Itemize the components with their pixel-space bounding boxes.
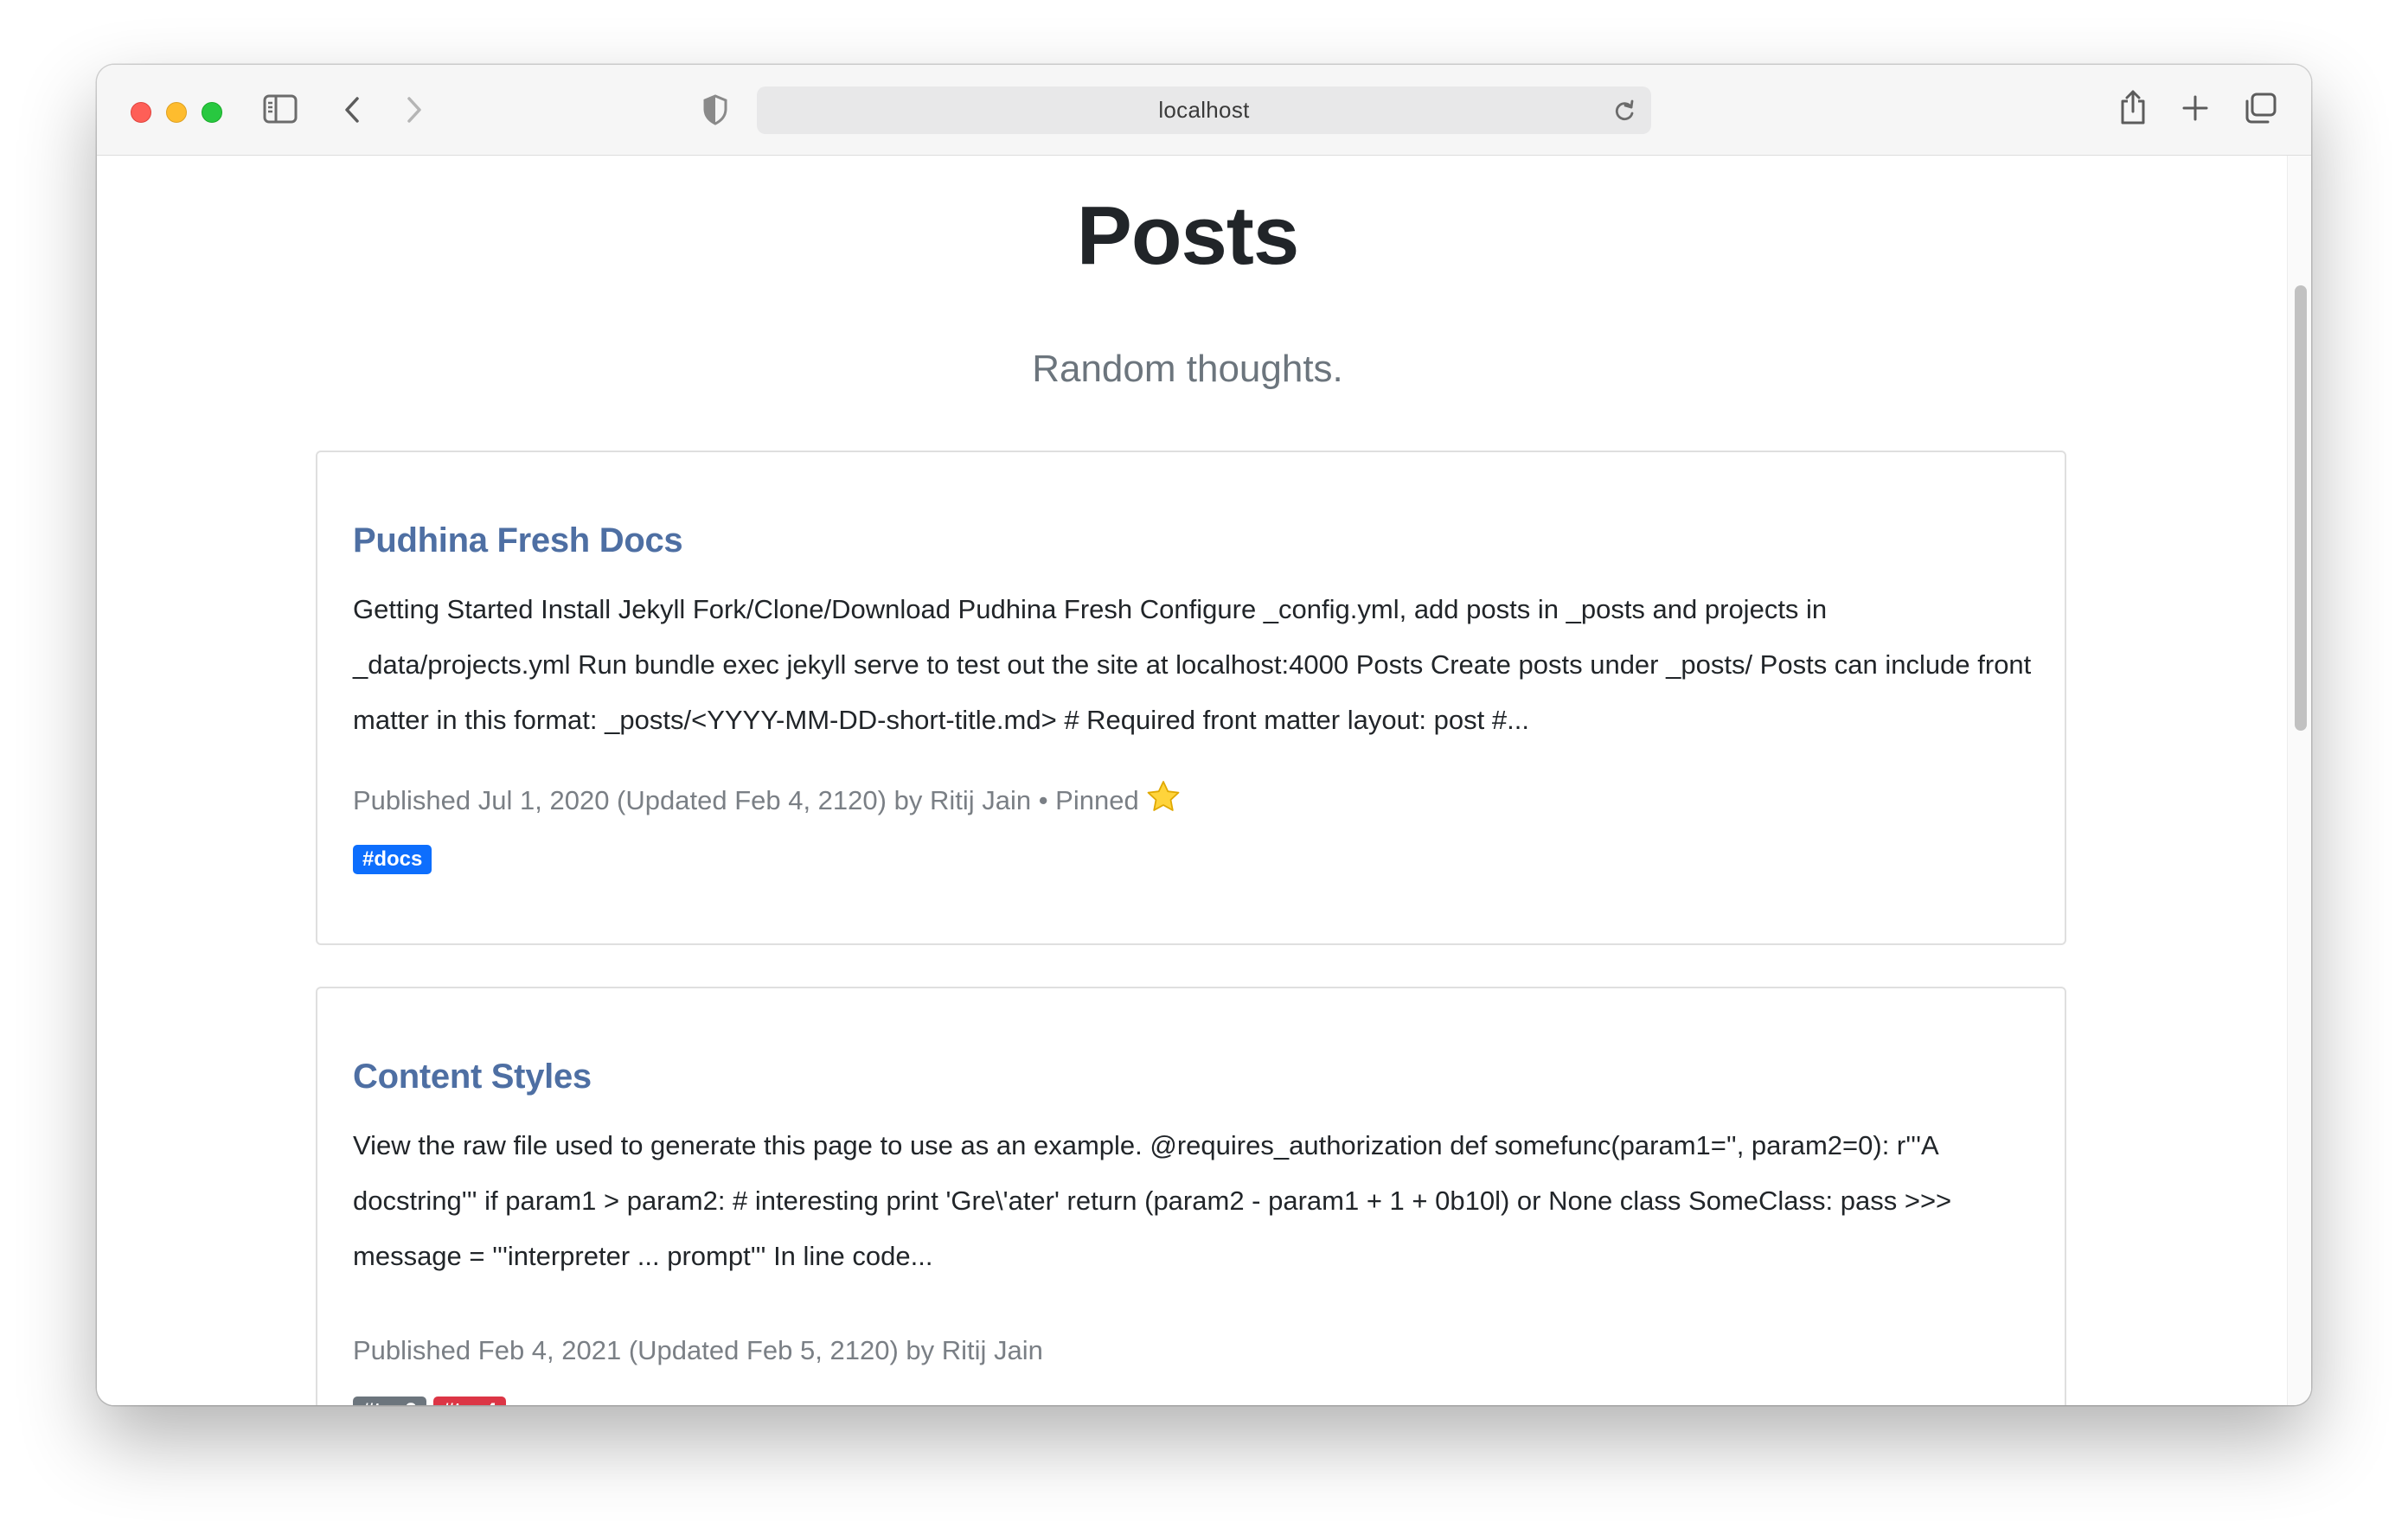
- share-icon[interactable]: [2118, 89, 2148, 125]
- post-meta: Published Feb 4, 2021 (Updated Feb 5, 21…: [353, 1332, 1043, 1370]
- zoom-window-button[interactable]: [202, 102, 222, 123]
- chevron-left-icon[interactable]: [343, 95, 363, 125]
- tag-badge[interactable]: #tag4: [432, 1397, 507, 1405]
- post-card: Content Styles View the raw file used to…: [316, 987, 2066, 1405]
- post-tags: #docs: [353, 845, 439, 874]
- tag-badge[interactable]: #tag2: [353, 1397, 426, 1405]
- post-title-link[interactable]: Content Styles: [353, 1056, 592, 1097]
- star-icon: [1146, 780, 1181, 825]
- page-subtitle: Random thoughts.: [1032, 348, 1343, 390]
- address-url: localhost: [1158, 97, 1250, 123]
- chevron-right-icon[interactable]: [403, 95, 424, 125]
- post-tags: #tag2 #tag4: [353, 1397, 513, 1405]
- close-window-button[interactable]: [131, 102, 151, 123]
- post-meta: Published Jul 1, 2020 (Updated Feb 4, 21…: [353, 780, 1181, 825]
- browser-window: localhost Posts Random thoughts. Pudhina…: [97, 65, 2311, 1405]
- tabs-overview-icon[interactable]: [2244, 93, 2277, 124]
- minimize-window-button[interactable]: [166, 102, 187, 123]
- page-title: Posts: [1076, 189, 1299, 282]
- plus-icon[interactable]: [2181, 94, 2209, 122]
- post-excerpt: View the raw file used to generate this …: [353, 1130, 1952, 1271]
- scrollbar-thumb[interactable]: [2295, 285, 2307, 731]
- post-card: Pudhina Fresh Docs Getting Started Insta…: [316, 451, 2066, 945]
- address-bar[interactable]: localhost: [757, 86, 1651, 134]
- post-excerpt: Getting Started Install Jekyll Fork/Clon…: [353, 594, 2032, 735]
- post-meta-text: Published Feb 4, 2021 (Updated Feb 5, 21…: [353, 1335, 1043, 1365]
- sidebar-icon[interactable]: [263, 94, 298, 124]
- page-viewport: Posts Random thoughts. Pudhina Fresh Doc…: [97, 156, 2311, 1405]
- tag-badge[interactable]: #docs: [353, 845, 432, 874]
- browser-toolbar: localhost: [97, 65, 2311, 156]
- post-meta-text: Published Jul 1, 2020 (Updated Feb 4, 21…: [353, 785, 1139, 815]
- reload-icon[interactable]: [1613, 99, 1636, 127]
- shield-icon[interactable]: [702, 94, 728, 125]
- post-title-link[interactable]: Pudhina Fresh Docs: [353, 520, 683, 561]
- page-scrollbar[interactable]: [2287, 156, 2311, 1405]
